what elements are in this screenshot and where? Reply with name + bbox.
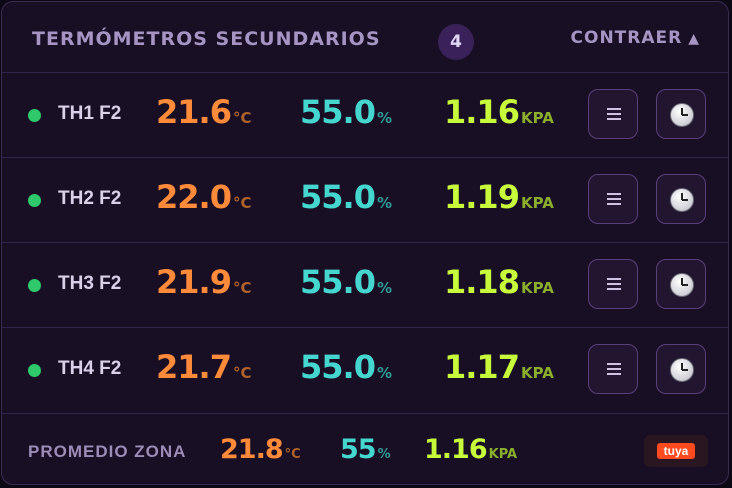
sensor-row: TH1 F2 21.6 °C 55.0% 1.16 KPA <box>2 72 728 158</box>
sensor-menu-button[interactable] <box>588 259 638 309</box>
average-humidity: 55% <box>340 434 391 465</box>
sensor-row: TH3 F2 21.9 °C 55.0% 1.18 KPA <box>2 242 728 328</box>
hamburger-menu-icon <box>607 278 621 290</box>
pressure-unit: KPA <box>520 364 554 382</box>
humidity-reading: 55.0% <box>300 93 392 131</box>
tuya-logo: tuya <box>644 435 708 467</box>
hamburger-menu-icon <box>607 363 621 375</box>
humidity-reading: 55.0% <box>300 178 392 216</box>
pressure-value: 1.18 <box>444 263 520 301</box>
zone-average-label: PROMEDIO ZONA <box>28 442 187 461</box>
triangle-up-icon: ▲ <box>688 31 700 47</box>
temperature-unit: °C <box>232 364 252 382</box>
temperature-value: 21.6 <box>156 93 232 131</box>
sensor-history-button[interactable] <box>656 259 706 309</box>
temperature-value: 21.9 <box>156 263 232 301</box>
pressure-unit: KPA <box>520 109 554 127</box>
sensor-menu-button[interactable] <box>588 174 638 224</box>
pressure-value: 1.19 <box>444 178 520 216</box>
humidity-unit: % <box>377 447 391 462</box>
clock-icon <box>670 188 694 212</box>
temperature-unit: °C <box>232 109 252 127</box>
sensor-history-button[interactable] <box>656 344 706 394</box>
panel-title: TERMÓMETROS SECUNDARIOS <box>32 28 381 50</box>
clock-icon <box>670 103 694 127</box>
sensor-row: TH4 F2 21.7 °C 55.0% 1.17 KPA <box>2 327 728 413</box>
pressure-unit: KPA <box>520 194 554 212</box>
humidity-value: 55.0 <box>300 178 376 216</box>
humidity-unit: % <box>376 364 392 382</box>
humidity-unit: % <box>376 279 392 297</box>
sensor-name: TH2 F2 <box>58 188 122 209</box>
humidity-reading: 55.0% <box>300 348 392 386</box>
panel-header: TERMÓMETROS SECUNDARIOS 4 CONTRAER ▲ <box>2 2 728 72</box>
sensor-row: TH2 F2 22.0 °C 55.0% 1.19 KPA <box>2 157 728 243</box>
collapse-button[interactable]: CONTRAER ▲ <box>571 28 700 48</box>
pressure-reading: 1.19 KPA <box>444 178 554 216</box>
average-pressure: 1.16 KPA <box>424 434 517 465</box>
sensor-history-button[interactable] <box>656 174 706 224</box>
hamburger-menu-icon <box>607 193 621 205</box>
average-temperature-value: 21.8 <box>220 434 284 465</box>
temperature-reading: 21.7 °C <box>156 348 251 386</box>
collapse-label: CONTRAER <box>570 28 683 48</box>
pressure-reading: 1.16 KPA <box>444 93 554 131</box>
humidity-unit: % <box>376 109 392 127</box>
sensor-menu-button[interactable] <box>588 89 638 139</box>
pressure-unit: KPA <box>488 447 518 462</box>
pressure-reading: 1.17 KPA <box>444 348 554 386</box>
status-dot <box>28 194 41 207</box>
temperature-value: 21.7 <box>156 348 232 386</box>
humidity-value: 55.0 <box>300 263 376 301</box>
sensor-name: TH1 F2 <box>58 103 122 124</box>
temperature-reading: 21.6 °C <box>156 93 251 131</box>
humidity-reading: 55.0% <box>300 263 392 301</box>
average-pressure-value: 1.16 <box>424 434 488 465</box>
status-dot <box>28 279 41 292</box>
sensor-name: TH3 F2 <box>58 273 122 294</box>
zone-average-footer: PROMEDIO ZONA 21.8 °C 55% 1.16 KPA tuya <box>2 413 728 484</box>
sensor-name: TH4 F2 <box>58 358 122 379</box>
temperature-unit: °C <box>232 279 252 297</box>
humidity-value: 55.0 <box>300 348 376 386</box>
pressure-value: 1.17 <box>444 348 520 386</box>
temperature-unit: °C <box>284 447 301 462</box>
status-dot <box>28 109 41 122</box>
temperature-unit: °C <box>232 194 252 212</box>
temperature-value: 22.0 <box>156 178 232 216</box>
pressure-unit: KPA <box>520 279 554 297</box>
sensor-count-badge: 4 <box>438 24 474 60</box>
clock-icon <box>670 273 694 297</box>
hamburger-menu-icon <box>607 108 621 120</box>
clock-icon <box>670 358 694 382</box>
tuya-logo-text: tuya <box>657 443 695 459</box>
pressure-value: 1.16 <box>444 93 520 131</box>
sensor-menu-button[interactable] <box>588 344 638 394</box>
humidity-unit: % <box>376 194 392 212</box>
average-humidity-value: 55 <box>340 434 377 465</box>
pressure-reading: 1.18 KPA <box>444 263 554 301</box>
humidity-value: 55.0 <box>300 93 376 131</box>
average-temperature: 21.8 °C <box>220 434 301 465</box>
temperature-reading: 21.9 °C <box>156 263 251 301</box>
temperature-reading: 22.0 °C <box>156 178 251 216</box>
sensor-history-button[interactable] <box>656 89 706 139</box>
status-dot <box>28 364 41 377</box>
secondary-thermometers-panel: TERMÓMETROS SECUNDARIOS 4 CONTRAER ▲ TH1 … <box>1 1 729 485</box>
